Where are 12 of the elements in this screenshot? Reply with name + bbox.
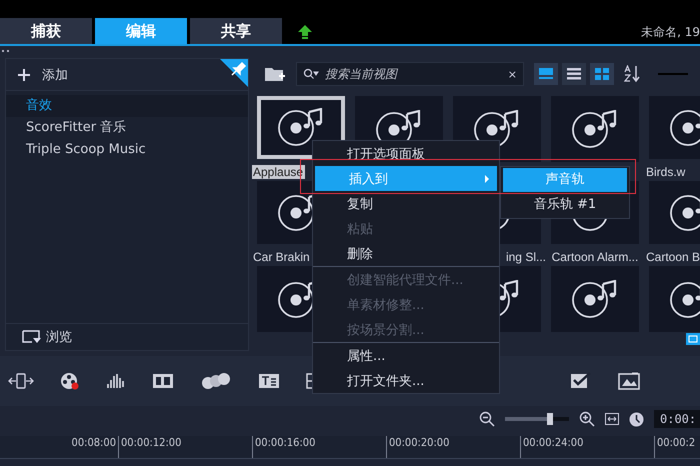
media-name: Cartoon B	[645, 250, 700, 264]
ruler-time-label: 00:08:00	[70, 436, 117, 451]
ruler-time-label: 00:00:24:00	[520, 436, 654, 458]
ruler-time-label: 00:00:2	[654, 436, 700, 458]
project-title: 未命名, 19	[641, 24, 700, 41]
media-name: ing Sl...	[506, 250, 546, 264]
ruler-time-label: 00:00:20:00	[386, 436, 520, 458]
media-name: Birds.w	[645, 165, 686, 179]
ruler-time-label: 00:00:16:00	[252, 436, 386, 458]
media-name: Cartoon Alarm...	[552, 250, 638, 264]
media-name: Car Brakin	[252, 250, 310, 264]
ruler-time-label: 00:00:12:00	[118, 436, 252, 458]
